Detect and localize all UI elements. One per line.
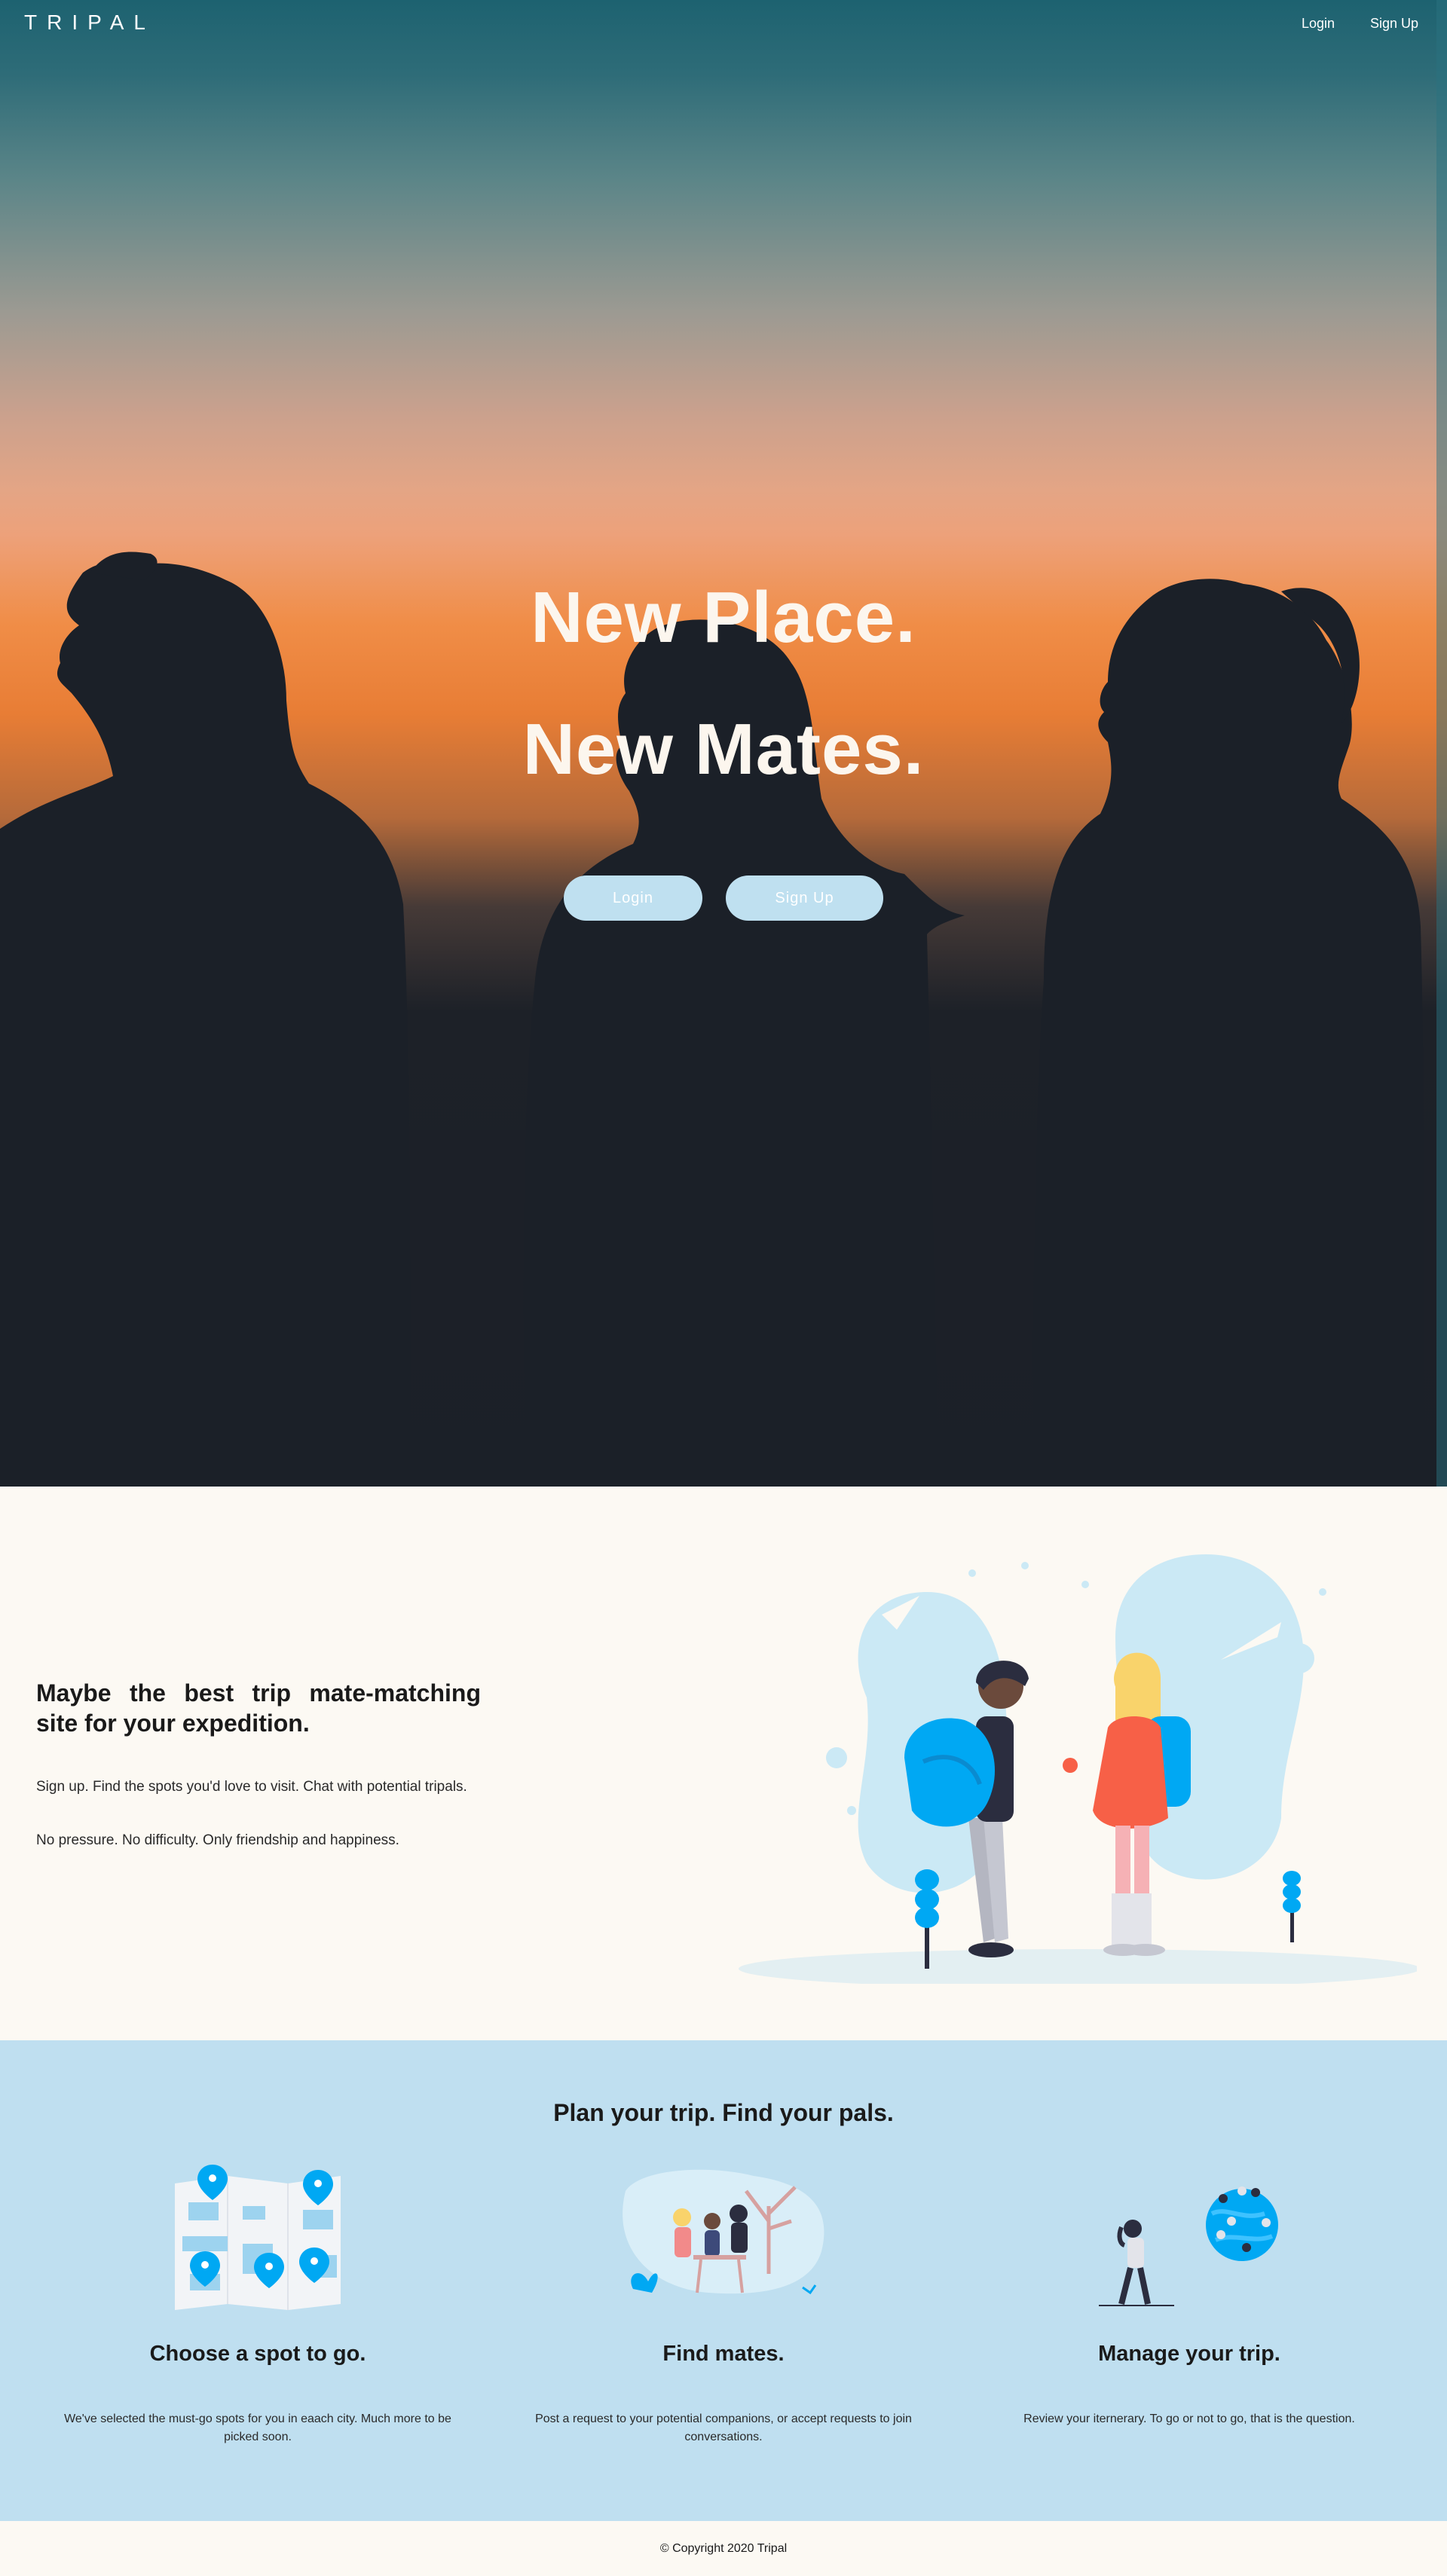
nav-signup-link[interactable]: Sign Up (1370, 16, 1418, 32)
about-section: Maybe the best trip mate-matching site f… (0, 1487, 1447, 2040)
about-paragraph-2: No pressure. No difficulty. Only friends… (36, 1832, 399, 1848)
feature-description: Post a request to your potential compani… (535, 2413, 912, 2443)
feature-card-manage-trip: Manage your trip. Review your iternerary… (948, 2161, 1430, 2492)
map-icon (175, 2165, 341, 2310)
feature-card-find-mates: Find mates. Post a request to your poten… (482, 2161, 965, 2492)
copyright-text: © Copyright 2020 Tripal (659, 2542, 788, 2555)
hero-headline-line-1: New Place. (531, 577, 916, 658)
hero-signup-button[interactable]: Sign Up (726, 875, 883, 921)
about-paragraph-1: Sign up. Find the spots you'd love to vi… (36, 1779, 467, 1795)
travelers-illustration (739, 1554, 1417, 1984)
feature-name: Find mates. (662, 2342, 785, 2366)
tripal-logo[interactable]: TRIPAL (24, 11, 155, 35)
hero-login-button[interactable]: Login (564, 875, 702, 921)
features-title: Plan your trip. Find your pals. (553, 2099, 894, 2126)
top-navbar: TRIPAL Login Sign Up (0, 0, 1447, 48)
feature-description: Review your iternerary. To go or not to … (1023, 2413, 1355, 2425)
feature-name: Choose a spot to go. (149, 2342, 366, 2366)
about-headline: Maybe the best trip mate-matching site f… (36, 1679, 481, 1737)
nav-login-link[interactable]: Login (1302, 16, 1335, 32)
globe-itinerary-icon (1099, 2186, 1278, 2306)
friends-meeting-icon (623, 2169, 824, 2295)
feature-description: We've selected the must-go spots for you… (64, 2413, 451, 2443)
hero-headline-line-2: New Mates. (522, 709, 925, 790)
footer: © Copyright 2020 Tripal (0, 2521, 1447, 2576)
hero-section: New Place. New Mates. Login Sign Up (0, 0, 1447, 1487)
feature-card-choose-spot: Choose a spot to go. We've selected the … (17, 2161, 499, 2492)
feature-name: Manage your trip. (1098, 2342, 1280, 2366)
features-section: Plan your trip. Find your pals. Choose a… (0, 2040, 1447, 2521)
